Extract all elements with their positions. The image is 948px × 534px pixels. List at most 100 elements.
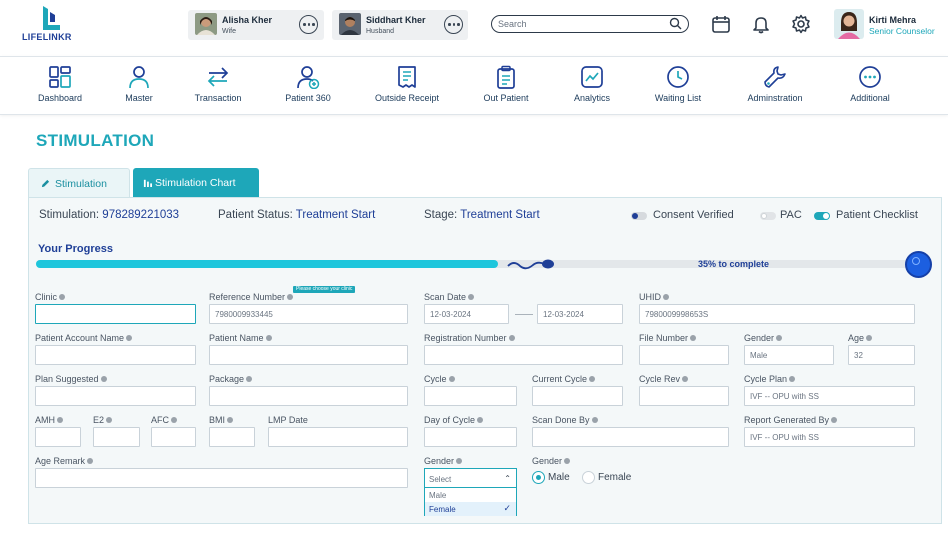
e2-input[interactable] bbox=[93, 427, 140, 447]
progress-title: Your Progress bbox=[38, 243, 113, 255]
avatar bbox=[195, 13, 217, 35]
lmp-date-input[interactable] bbox=[268, 427, 408, 447]
cycle-input[interactable] bbox=[424, 386, 517, 406]
nav-label: Patient 360 bbox=[285, 93, 331, 103]
search-input[interactable] bbox=[498, 17, 658, 31]
bell-icon[interactable] bbox=[751, 14, 771, 34]
search-box[interactable] bbox=[491, 15, 689, 33]
gender-radio-male[interactable] bbox=[532, 471, 545, 484]
clinic-input[interactable] bbox=[35, 304, 196, 324]
male-avatar-icon bbox=[339, 13, 361, 35]
nav-label: Transaction bbox=[194, 93, 242, 103]
cycle-plan-input[interactable] bbox=[744, 386, 915, 406]
gear-icon[interactable] bbox=[791, 14, 811, 34]
afc-input[interactable] bbox=[151, 427, 196, 447]
tab-stimulation[interactable]: Stimulation bbox=[28, 168, 130, 197]
sperm-icon bbox=[507, 259, 554, 270]
gender-option-female[interactable]: Female ✓ bbox=[425, 502, 516, 516]
nav-item-adminstration[interactable]: Adminstration bbox=[742, 65, 808, 111]
clock-icon bbox=[667, 66, 689, 88]
tab-stimulation-chart[interactable]: Stimulation Chart bbox=[133, 168, 259, 197]
main-nav: Dashboard Master Transaction Patient 360… bbox=[0, 56, 948, 115]
report-generated-by-label: Report Generated By bbox=[744, 415, 838, 425]
avatar bbox=[834, 9, 864, 39]
nav-label: Master bbox=[125, 93, 153, 103]
report-generated-by-input[interactable] bbox=[744, 427, 915, 447]
bmi-input[interactable] bbox=[209, 427, 255, 447]
package-input[interactable] bbox=[209, 386, 408, 406]
file-number-label: File Number bbox=[639, 333, 697, 343]
scan-date-from-input[interactable] bbox=[424, 304, 509, 324]
uhid-input[interactable] bbox=[639, 304, 915, 324]
option-label: Male bbox=[429, 491, 447, 500]
scan-done-by-input[interactable] bbox=[532, 427, 729, 447]
pac-toggle[interactable] bbox=[760, 212, 776, 220]
gender-option-male[interactable]: Male bbox=[425, 488, 516, 502]
current-cycle-input[interactable] bbox=[532, 386, 623, 406]
pencil-icon bbox=[41, 179, 50, 188]
patient-account-name-input[interactable] bbox=[35, 345, 196, 365]
consent-verified-toggle[interactable] bbox=[631, 212, 647, 220]
plan-suggested-input[interactable] bbox=[35, 386, 196, 406]
nav-item-additional[interactable]: Additional bbox=[844, 65, 896, 111]
cycle-rev-input[interactable] bbox=[639, 386, 729, 406]
brand-logo[interactable]: LIFELINKR bbox=[20, 6, 82, 44]
e2-label: E2 bbox=[93, 415, 113, 425]
gender-input[interactable] bbox=[744, 345, 834, 365]
nav-item-analytics[interactable]: Analytics bbox=[570, 65, 614, 111]
nav-item-waiting-list[interactable]: Waiting List bbox=[650, 65, 706, 111]
cycle-label: Cycle bbox=[424, 374, 455, 384]
patient-name-input[interactable] bbox=[209, 345, 408, 365]
nav-item-patient-360[interactable]: Patient 360 bbox=[282, 65, 334, 111]
amh-input[interactable] bbox=[35, 427, 81, 447]
age-input[interactable] bbox=[848, 345, 915, 365]
calendar-icon[interactable] bbox=[711, 14, 731, 34]
clinic-tooltip: Please choose your clinic bbox=[293, 286, 356, 293]
person-name: Alisha Kher bbox=[222, 15, 273, 25]
stage-label: Stage: bbox=[424, 209, 458, 221]
file-number-input[interactable] bbox=[639, 345, 729, 365]
brand-name: LIFELINKR bbox=[22, 32, 72, 42]
nav-item-out-patient[interactable]: Out Patient bbox=[480, 65, 532, 111]
user-icon bbox=[129, 66, 149, 89]
person-card-husband[interactable]: Siddhart Kher Husband bbox=[332, 10, 468, 40]
gender-select[interactable]: Select ⌃ bbox=[424, 468, 517, 488]
reference-number-input[interactable] bbox=[209, 304, 408, 324]
registration-number-input[interactable] bbox=[424, 345, 623, 365]
nav-label: Analytics bbox=[573, 93, 610, 103]
nav-item-transaction[interactable]: Transaction bbox=[190, 65, 246, 111]
gender-label: Gender bbox=[744, 333, 783, 343]
day-of-cycle-input[interactable] bbox=[424, 427, 517, 447]
gender-radio-male-label: Male bbox=[548, 472, 570, 483]
add-user-icon bbox=[297, 66, 320, 89]
patient-status-info: Patient Status: Treatment Start bbox=[218, 209, 375, 221]
nav-item-outside-receipt[interactable]: Outside Receipt bbox=[372, 65, 442, 111]
more-options-icon[interactable] bbox=[299, 15, 318, 34]
search-icon[interactable] bbox=[669, 17, 682, 30]
lmp-date-label: LMP Date bbox=[268, 415, 308, 425]
patient-checklist-toggle[interactable] bbox=[814, 212, 830, 220]
more-options-icon[interactable] bbox=[444, 15, 463, 34]
nav-item-dashboard[interactable]: Dashboard bbox=[32, 65, 88, 111]
gender-radio-female[interactable] bbox=[582, 471, 595, 484]
cycle-plan-label: Cycle Plan bbox=[744, 374, 796, 384]
top-bar: LIFELINKR Alisha Kher Wife Siddhart Kher bbox=[0, 0, 948, 50]
person-card-wife[interactable]: Alisha Kher Wife bbox=[188, 10, 324, 40]
tab-label: Stimulation Chart bbox=[155, 177, 236, 189]
nav-label: Outside Receipt bbox=[374, 93, 440, 103]
stimulation-info: Stimulation: 978289221033 bbox=[39, 209, 179, 221]
tab-label: Stimulation bbox=[55, 178, 107, 190]
page-title: STIMULATION bbox=[36, 131, 155, 150]
cycle-rev-label: Cycle Rev bbox=[639, 374, 689, 384]
age-remark-label: Age Remark bbox=[35, 456, 94, 466]
nav-item-master[interactable]: Master bbox=[118, 65, 160, 111]
logo-mark-icon bbox=[43, 6, 60, 30]
pac-label: PAC bbox=[780, 209, 802, 221]
user-avatar-icon bbox=[834, 9, 864, 39]
patient-status-label: Patient Status: bbox=[218, 209, 293, 221]
stimulation-label: Stimulation: bbox=[39, 209, 100, 221]
clinic-label: Clinic bbox=[35, 292, 66, 302]
gender-select-label: Gender bbox=[424, 456, 463, 466]
age-remark-input[interactable] bbox=[35, 468, 408, 488]
scan-date-to-input[interactable] bbox=[537, 304, 623, 324]
